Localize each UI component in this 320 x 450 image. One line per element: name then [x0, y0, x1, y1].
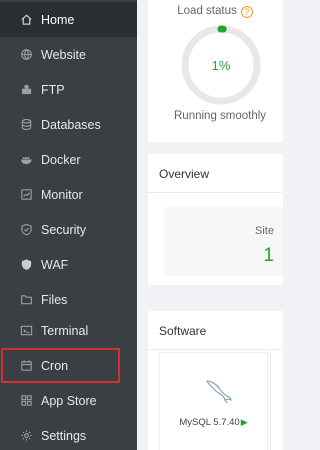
sidebar-item-settings[interactable]: Settings: [0, 418, 137, 450]
play-icon[interactable]: ▶: [241, 417, 248, 427]
sidebar-item-cron[interactable]: Cron: [0, 348, 137, 383]
sidebar-item-label: App Store: [41, 393, 97, 408]
grid-icon: [19, 394, 33, 408]
software-title: Software: [148, 311, 283, 350]
site-count[interactable]: 1: [164, 245, 274, 267]
software-item-mysql[interactable]: MySQL 5.7.40▶: [159, 352, 268, 450]
mysql-name: MySQL 5.7.40: [179, 417, 240, 428]
waf-shield-icon: [19, 258, 33, 272]
sidebar-item-label: Docker: [41, 152, 81, 167]
sidebar-item-label: Terminal: [41, 323, 89, 338]
sidebar-item-files[interactable]: Files: [0, 282, 137, 317]
load-status-text: Running smoothly: [174, 110, 267, 122]
sidebar-item-label: Files: [41, 292, 68, 307]
sidebar-item-terminal[interactable]: Terminal: [0, 313, 137, 348]
sidebar-item-label: Cron: [41, 358, 69, 373]
site-label: Site: [255, 225, 274, 237]
software-name: MySQL 5.7.40▶: [160, 417, 267, 428]
load-status-card: Load status? 1% Running smoothly: [148, 0, 283, 142]
load-percent: 1%: [211, 57, 231, 73]
folder-icon: [19, 293, 33, 307]
globe-icon: [19, 48, 33, 62]
overview-title: Overview: [148, 154, 283, 193]
sidebar-item-ftp[interactable]: FTP: [0, 72, 137, 107]
monitor-icon: [19, 188, 33, 202]
sidebar-item-home[interactable]: Home: [0, 2, 137, 37]
docker-icon: [19, 153, 33, 167]
sidebar-item-label: Security: [41, 222, 87, 237]
sidebar-item-label: Settings: [41, 428, 87, 443]
sidebar: Home Website FTP Databases Docker Monito…: [0, 0, 137, 450]
divider: [270, 351, 271, 450]
main-content: Load status? 1% Running smoothly Overvie…: [137, 0, 283, 450]
sidebar-item-databases[interactable]: Databases: [0, 107, 137, 142]
sidebar-item-label: Website: [41, 47, 86, 62]
ftp-icon: [19, 83, 33, 97]
sidebar-item-label: Home: [41, 12, 75, 27]
help-icon[interactable]: ?: [240, 6, 253, 18]
overview-card: Overview Site 1: [148, 154, 283, 285]
sidebar-item-monitor[interactable]: Monitor: [0, 177, 137, 212]
sidebar-item-security[interactable]: Security: [0, 212, 137, 247]
sidebar-item-waf[interactable]: WAF: [0, 247, 137, 282]
sidebar-item-docker[interactable]: Docker: [0, 142, 137, 177]
calendar-icon: [19, 359, 33, 373]
home-icon: [19, 13, 33, 27]
database-icon: [19, 118, 33, 132]
terminal-icon: [19, 324, 33, 338]
sidebar-item-website[interactable]: Website: [0, 37, 137, 72]
sidebar-item-label: FTP: [41, 82, 65, 97]
gear-icon: [19, 429, 33, 443]
load-status-label: Load status: [177, 5, 237, 17]
load-status-title: Load status?: [148, 5, 282, 18]
software-card: Software MySQL 5.7.40▶: [148, 311, 283, 450]
site-stat[interactable]: Site 1: [164, 207, 283, 276]
sidebar-item-label: WAF: [41, 257, 69, 272]
sidebar-item-label: Monitor: [41, 187, 83, 202]
mysql-dolphin-icon: [206, 380, 232, 404]
sidebar-item-app-store[interactable]: App Store: [0, 383, 137, 418]
sidebar-item-label: Databases: [41, 117, 101, 132]
shield-icon: [19, 223, 33, 237]
